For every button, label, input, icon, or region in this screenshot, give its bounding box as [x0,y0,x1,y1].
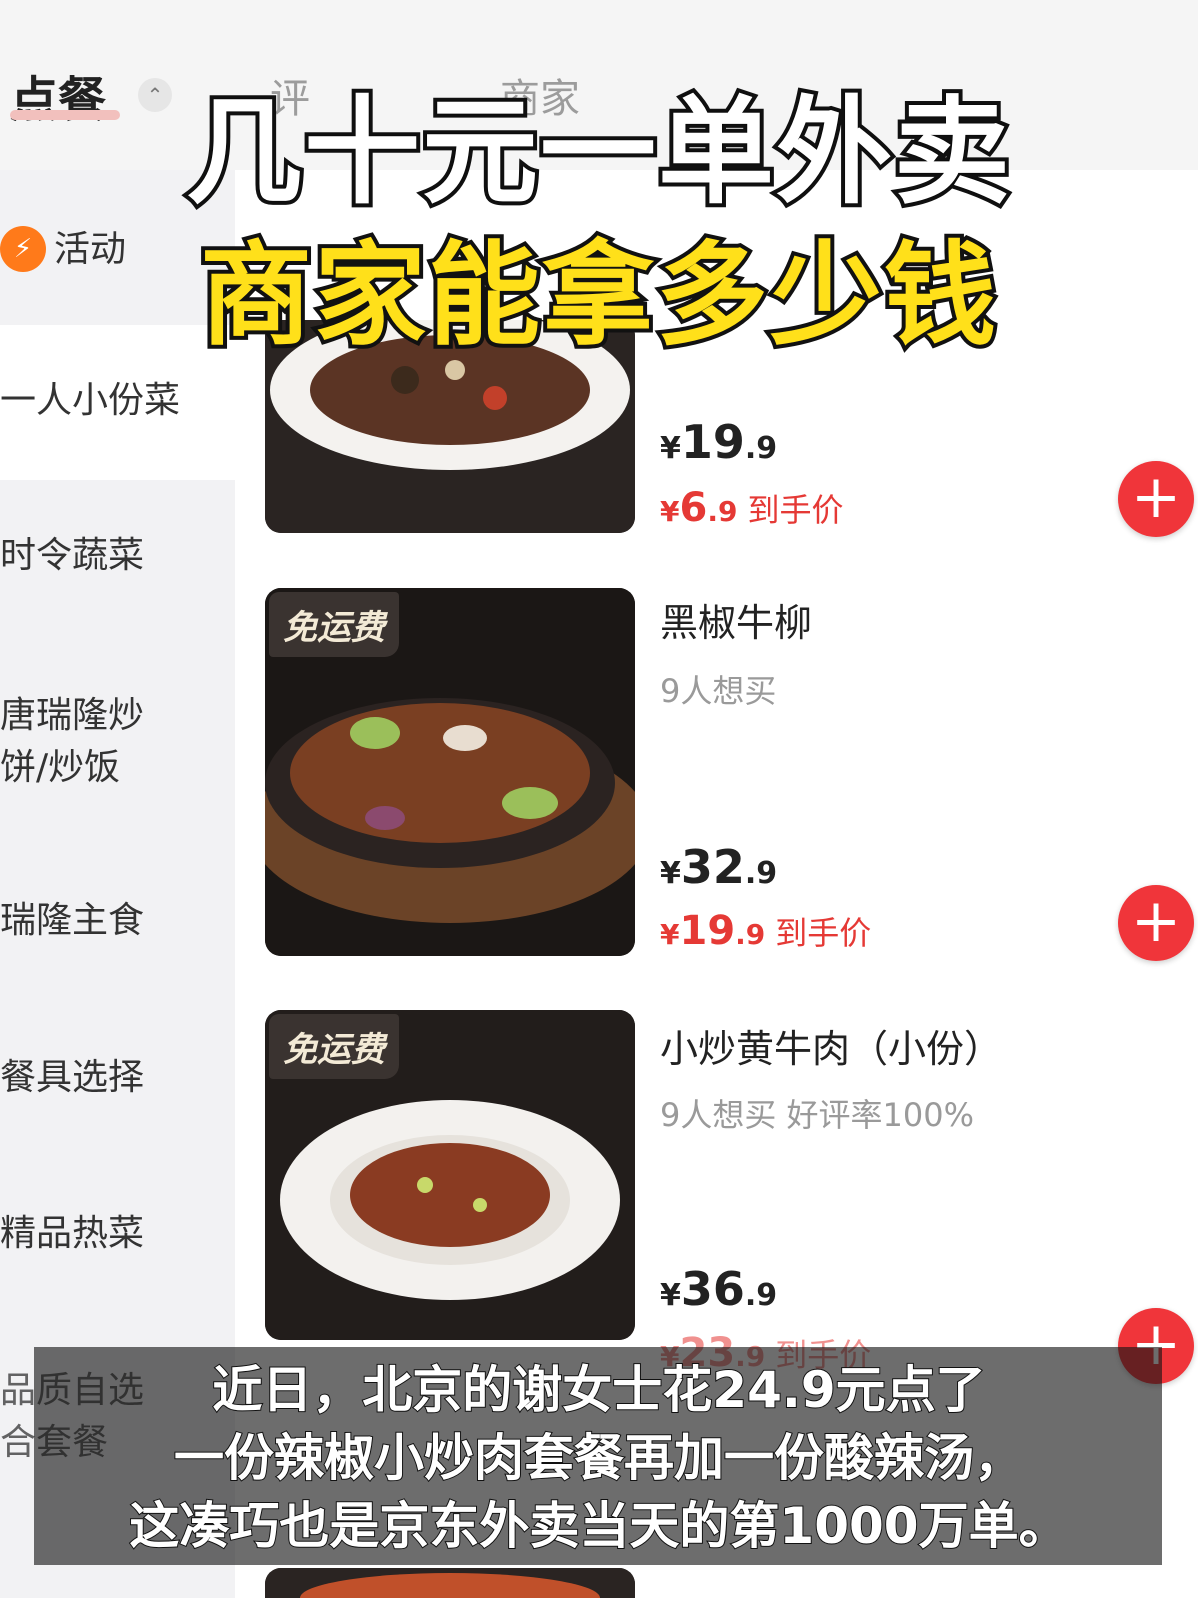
dish-image[interactable] [265,1568,635,1598]
sidebar-item-label: 一人小份菜 [0,380,181,421]
dish-meta: 9人想买 [660,672,777,710]
sidebar-item-hot-dishes[interactable]: 精品热菜 [0,1208,235,1260]
dish-photo [265,1568,635,1598]
dish-meta: 9人想买 好评率100% [660,1096,975,1134]
caption-line: 近日，北京的谢女士花24.9元点了 [211,1360,986,1420]
sidebar-item-staple[interactable]: 瑞隆主食 [0,895,235,947]
dish-price: ¥19.9 [660,415,778,469]
free-delivery-badge: 免运费 [269,592,399,657]
sidebar-item-label: 瑞隆主食 [0,900,145,941]
free-delivery-badge: 免运费 [269,1014,399,1079]
sidebar-item-label: 餐具选择 [0,1057,145,1098]
headline-subtitle: 商家能拿多少钱 [196,227,1000,365]
add-to-cart-button[interactable]: + [1118,885,1194,961]
caption-line: 这凑巧也是京东外卖当天的第1000万单。 [128,1496,1069,1556]
headline-title: 几十元一单外卖 [182,81,1014,224]
dish-image[interactable]: 免运费 [265,588,635,956]
dish-price: ¥32.9 [660,840,778,894]
sidebar-item-tableware[interactable]: 餐具选择 [0,1052,235,1104]
dish-deal-price: ¥6.9 到手价 [660,485,844,531]
add-to-cart-button[interactable]: + [1118,461,1194,537]
dish-image[interactable]: 免运费 [265,1010,635,1340]
dish-name[interactable]: 小炒黄牛肉（小份） [660,1018,1002,1073]
dish-price: ¥36.9 [660,1262,778,1316]
sidebar-item-seasonal-veg[interactable]: 时令蔬菜 [0,530,235,582]
dish-name[interactable]: 黑椒牛柳 [660,592,812,647]
sidebar-item-fried-cake-rice[interactable]: 唐瑞隆炒饼/炒饭 [0,690,175,794]
caption-line: 一份辣椒小炒肉套餐再加一份酸辣汤， [173,1428,1025,1488]
sidebar-item-label: 时令蔬菜 [0,535,145,576]
dish-deal-price: ¥19.9 到手价 [660,908,872,954]
sidebar-item-label: 精品热菜 [0,1213,145,1254]
sidebar-item-label: 唐瑞隆炒饼/炒饭 [0,695,145,788]
